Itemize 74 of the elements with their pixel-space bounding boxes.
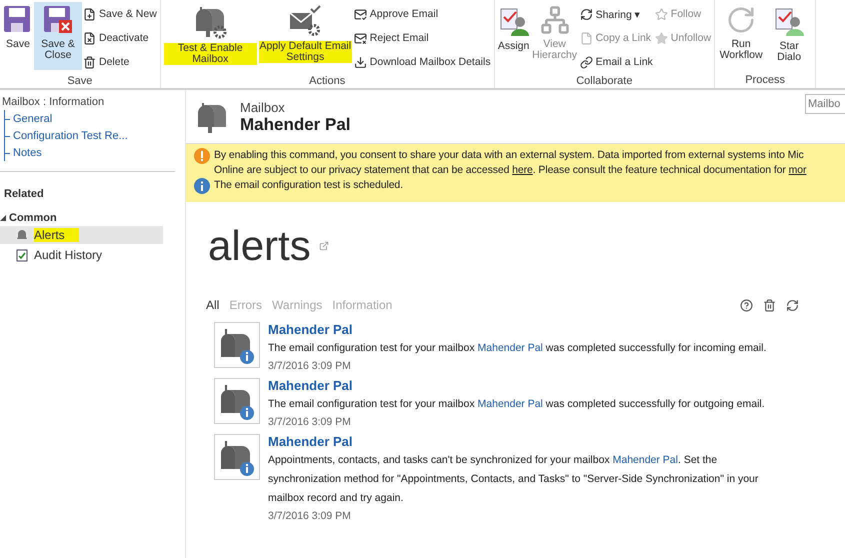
notification-link[interactable]: here [512,164,533,176]
ribbon-button[interactable]: Email a Link [578,51,654,73]
circular-arrows-icon [580,8,593,20]
ribbon-button[interactable]: Reject Email [352,27,492,49]
trash-icon [83,56,96,68]
alert-title[interactable]: Mahender Pal [268,378,765,393]
mailbox-link[interactable]: Mahender Pal [612,454,678,466]
nav-title: Mailbox : Information [1,96,106,108]
circular-arrow-icon [726,5,756,35]
bell-icon [16,229,28,241]
popout-icon[interactable] [318,241,329,251]
alert-time: 3/7/2016 3:09 PM [268,360,352,372]
page-icon [580,32,593,44]
star-icon [654,32,668,44]
group-label: Actions [308,74,346,89]
ribbon-button[interactable]: Sharing ▾ [578,3,654,25]
envelope-gear-icon [287,5,324,37]
warning-icon [194,148,210,164]
alert-time: 3/7/2016 3:09 PM [268,510,352,522]
nav-item[interactable]: Audit History [0,246,163,264]
mailbox-info-icon [214,378,260,424]
file-cross-icon [83,32,96,44]
hierarchy-icon [540,5,570,35]
ribbon-button[interactable]: Approve Email [352,3,492,25]
ribbon-button[interactable]: Save [2,2,34,70]
ribbon-button[interactable]: Test & Enable Mailbox [162,2,258,70]
link-icon [580,56,593,68]
nav-link[interactable]: Notes [5,144,185,161]
mail-check-icon [354,8,367,20]
notification-text: By enabling this command, you consent to share your data with an external system. Data imported from external systems into Mic Online are subject to our privacy statement that can be accessed here. Please consult the feature technical documentation for mor [214,148,806,178]
ribbon-button[interactable]: Run Workflow [717,2,766,70]
search-field[interactable]: Mailbo [805,94,845,114]
ribbon-button[interactable]: Star Dialo [765,2,814,70]
ribbon-button[interactable]: Deactivate [82,27,158,49]
nav-link[interactable]: Configuration Test Re... [5,127,185,144]
help-icon[interactable] [740,298,753,312]
alert-message: The email configuration test for your mailbox Mahender Pal was completed successfully for outgoing email. [268,397,765,412]
entity-name: Mailbox [240,100,286,115]
refresh-icon[interactable] [786,298,799,312]
group-label: Process [744,73,786,88]
star-outline-icon [654,8,668,20]
alert-message: Appointments, contacts, and tasks can't be synchronized for your mailbox Mahender Pal. Set the synchronization method for "Appointments, Contacts, and Tasks" to "Server-Side Synchronization" in your mailbox record and try again. [268,453,760,506]
ribbon-button[interactable]: Save & New [82,3,158,25]
checklist-icon [16,248,28,262]
alert-time: 3/7/2016 3:09 PM [268,416,352,428]
mail-cross-icon [354,32,367,44]
nav-link[interactable]: General [5,110,185,127]
alert-title[interactable]: Mahender Pal [268,434,768,449]
section-heading: Related [3,188,45,200]
ribbon-button[interactable]: Download Mailbox Details [352,51,492,73]
ribbon-button[interactable]: Apply Default Email Settings [258,2,353,70]
alert-title[interactable]: Mahender Pal [268,322,766,337]
alerts-title: alerts [208,222,311,270]
ribbon-button[interactable]: Delete [82,51,158,73]
file-plus-icon [83,8,96,20]
filter-tab[interactable]: All [206,298,220,312]
nav-item[interactable]: Alerts [0,226,163,244]
floppy-disk-cross-icon [43,5,73,35]
notification-link[interactable]: mor [788,164,806,176]
trash-icon[interactable] [763,298,776,312]
notification-text: The email configuration test is scheduled. [214,178,403,193]
mailbox-info-icon [214,434,260,480]
group-label: Save [66,74,94,89]
mailbox-link[interactable]: Mahender Pal [478,342,543,354]
record-name: Mahender Pal [240,115,351,135]
ribbon-button[interactable]: Save & Close [34,2,82,70]
group-label: Collaborate [575,74,634,89]
mailbox-info-icon [214,322,260,368]
mailbox-link[interactable]: Mahender Pal [478,398,543,410]
download-icon [354,56,367,68]
alert-message: The email configuration test for your mailbox Mahender Pal was completed successfully for incoming email. [268,341,766,356]
info-icon [194,178,210,194]
section-toggle[interactable]: Common [0,212,57,224]
ribbon-button[interactable]: Assign [496,2,531,70]
